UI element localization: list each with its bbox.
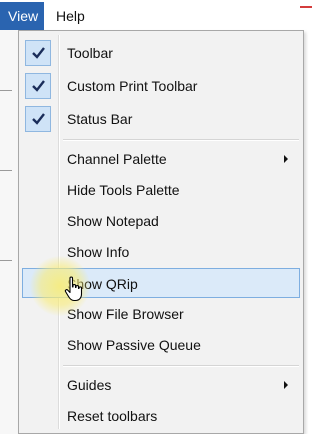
menu-item-status-bar[interactable]: Status Bar — [22, 104, 300, 134]
menu-item-hide-tools-palette[interactable]: Hide Tools Palette — [22, 175, 300, 205]
submenu-arrow-icon — [284, 381, 288, 389]
menu-item-toolbar[interactable]: Toolbar — [22, 38, 300, 68]
menu-item-label: Show Notepad — [67, 213, 159, 229]
menu-item-guides[interactable]: Guides — [22, 370, 300, 400]
menu-item-label: Show Passive Queue — [67, 337, 201, 353]
menu-item-label: Reset toolbars — [67, 408, 158, 424]
menu-separator — [63, 139, 299, 141]
hand-pointer-icon — [64, 276, 86, 307]
check-icon — [25, 73, 51, 99]
window-edge-line — [300, 6, 312, 8]
menu-help[interactable]: Help — [48, 2, 93, 30]
menu-item-label: Status Bar — [67, 111, 133, 127]
menu-item-label: Custom Print Toolbar — [67, 78, 198, 94]
menu-item-reset-toolbars[interactable]: Reset toolbars — [22, 401, 300, 431]
background-window-edge — [0, 30, 18, 434]
menu-item-label: Hide Tools Palette — [67, 182, 180, 198]
menu-bar: View Help — [0, 0, 312, 30]
menu-view[interactable]: View — [0, 2, 44, 30]
menu-item-label: Guides — [67, 377, 112, 393]
view-dropdown-menu: Toolbar Custom Print Toolbar Status Bar … — [18, 30, 304, 434]
menu-separator — [63, 365, 299, 367]
menu-item-channel-palette[interactable]: Channel Palette — [22, 144, 300, 174]
menu-item-show-notepad[interactable]: Show Notepad — [22, 206, 300, 236]
menu-item-custom-print-toolbar[interactable]: Custom Print Toolbar — [22, 71, 300, 101]
menu-item-label: Channel Palette — [67, 151, 167, 167]
check-icon — [25, 106, 51, 132]
check-icon — [25, 40, 51, 66]
menu-item-label: Toolbar — [67, 45, 113, 61]
submenu-arrow-icon — [284, 155, 288, 163]
menu-item-show-passive-queue[interactable]: Show Passive Queue — [22, 330, 300, 360]
